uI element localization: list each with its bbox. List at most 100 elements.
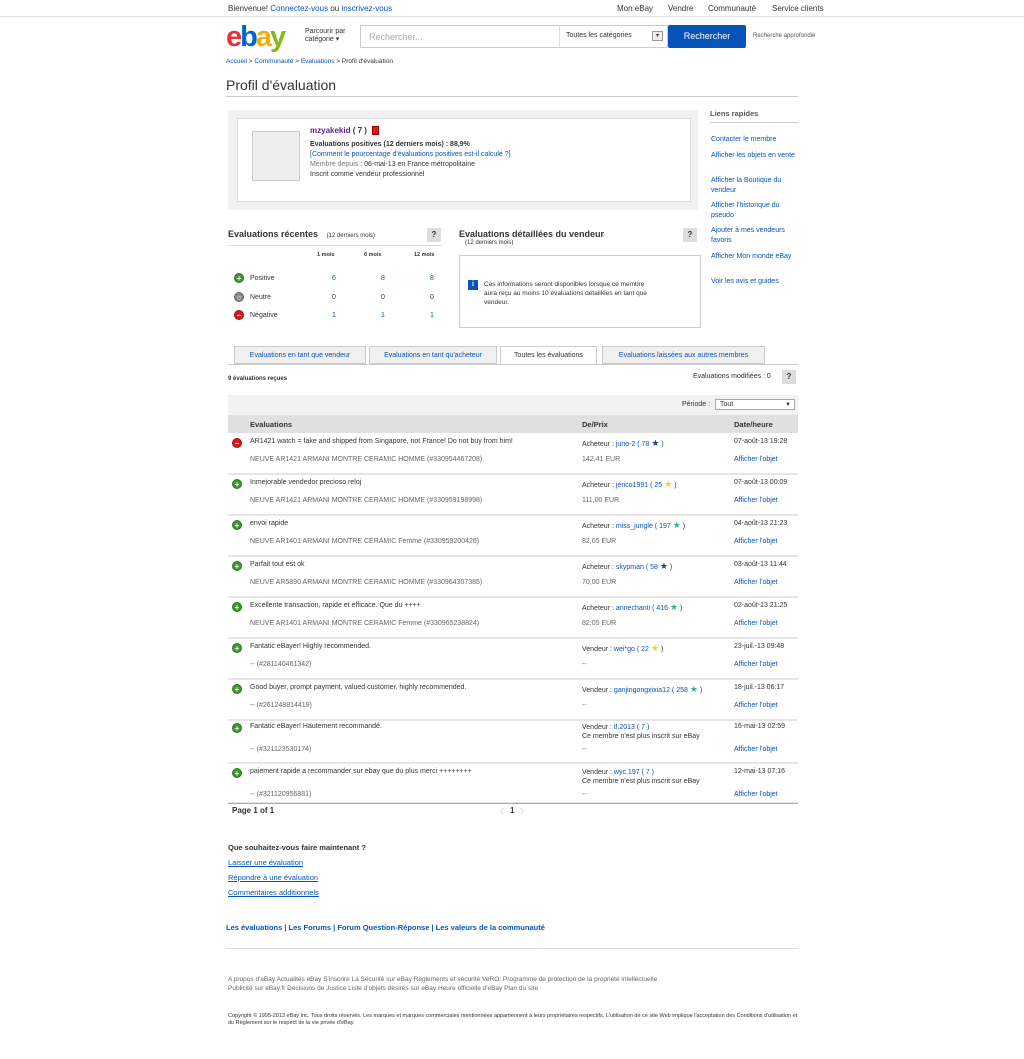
feedback-user-score[interactable]: ( 25 <box>650 482 662 489</box>
view-item-link[interactable]: Afficher l'objet <box>734 791 778 798</box>
breadcrumb-feedback[interactable]: Evaluations <box>301 58 335 65</box>
feedback-user-score[interactable]: ( 7 ) <box>637 724 649 731</box>
view-item-link[interactable]: Afficher l'objet <box>734 620 778 627</box>
feedback-date: 07-août-13 19:28 <box>734 438 788 445</box>
feedback-role: Vendeur : <box>582 724 612 731</box>
category-select[interactable]: Toutes les catégories ▾ <box>559 26 667 47</box>
next-page-icon[interactable]: 〉 <box>520 806 528 817</box>
tab-as-seller[interactable]: Evaluations en tant que vendeur <box>234 346 366 364</box>
feedback-price: Ce membre n'est plus inscrit sur eBay <box>582 733 700 740</box>
neutral-label: Neutre <box>250 294 272 301</box>
plus-circle-icon: + <box>232 479 242 489</box>
positive-1m[interactable]: 6 <box>324 275 344 282</box>
browse-categories[interactable]: Parcourir par catégorie ▾ <box>305 28 355 44</box>
feedback-role: Acheteur : <box>582 523 614 530</box>
star-icon: ★ <box>659 561 668 571</box>
negative-6m[interactable]: 1 <box>373 312 393 319</box>
feedback-user-link[interactable]: ganjingongxixia12 <box>614 687 670 694</box>
star-icon: ★ <box>670 602 679 612</box>
logo-letter: b <box>240 21 258 53</box>
quick-link-reviews[interactable]: Voir les avis et guides <box>711 277 796 287</box>
feedback-comment: paiement rapide a recommander sur ebay q… <box>250 768 472 775</box>
feedback-role: Acheteur : <box>582 564 614 571</box>
positive-12m[interactable]: 8 <box>422 275 442 282</box>
feedback-comment: Parfait tout est ok <box>250 561 305 568</box>
prev-page-icon[interactable]: 〈 <box>496 806 504 817</box>
feedback-date: 02-août-13 21:25 <box>734 602 788 609</box>
feedback-user-link[interactable]: miss_jungle <box>616 523 653 530</box>
view-item-link[interactable]: Afficher l'objet <box>734 579 778 586</box>
feedback-price: 70,00 EUR <box>582 579 617 586</box>
feedback-user-link[interactable]: annechanti <box>616 605 650 612</box>
table-row: + Inmejorable vendedor precioso reloj NEUV… <box>228 475 798 516</box>
feedback-user-score[interactable]: ( 416 <box>652 605 668 612</box>
how-calculated-link[interactable]: [Comment le pourcentage d'évaluations po… <box>310 151 511 158</box>
feedback-user-link[interactable]: wyc.197 <box>614 769 640 776</box>
greeting: Bienvenue! Connectez-vous ou inscrivez-v… <box>228 4 392 13</box>
header-from-price: De/Prix <box>582 420 608 429</box>
tab-left-for-others[interactable]: Evaluations laissées aux autres membres <box>602 346 765 364</box>
feedback-user-score[interactable]: ( 7 ) <box>642 769 654 776</box>
tab-as-buyer[interactable]: Evaluations en tant qu'acheteur <box>369 346 497 364</box>
reply-feedback-link[interactable]: Répondre à une évaluation <box>228 873 318 882</box>
feedback-user-score[interactable]: ( 78 <box>637 441 649 448</box>
nav-customer-service[interactable]: Service clients <box>772 4 824 13</box>
view-item-link[interactable]: Afficher l'objet <box>734 497 778 504</box>
header-feedback: Evaluations <box>250 420 293 429</box>
positive-6m[interactable]: 8 <box>373 275 393 282</box>
feedback-role: Vendeur : <box>582 687 612 694</box>
breadcrumb-home[interactable]: Accueil <box>226 58 247 65</box>
ebay-logo[interactable]: ebay <box>226 22 300 52</box>
negative-1m[interactable]: 1 <box>324 312 344 319</box>
feedback-user-score[interactable]: ( 22 <box>637 646 649 653</box>
negative-12m[interactable]: 1 <box>422 312 442 319</box>
feedback-user-score[interactable]: ( 197 <box>655 523 671 530</box>
leave-feedback-link[interactable]: Laisser une évaluation <box>228 858 303 867</box>
search-input[interactable]: Rechercher... <box>369 32 423 42</box>
advanced-search-link[interactable]: Recherche approfondie <box>753 33 815 39</box>
feedback-user-link[interactable]: tl.2013 <box>614 724 635 731</box>
view-item-link[interactable]: Afficher l'objet <box>734 702 778 709</box>
community-links[interactable]: Les évaluations | Les Forums | Forum Que… <box>226 923 545 932</box>
view-item-link[interactable]: Afficher l'objet <box>734 661 778 668</box>
help-button[interactable]: ? <box>427 228 441 242</box>
signin-link[interactable]: Connectez-vous <box>270 4 328 13</box>
current-page[interactable]: 1 <box>510 806 514 815</box>
feedback-user-link[interactable]: juno-2 <box>616 441 635 448</box>
period-select[interactable]: Tout ▼ <box>715 399 795 410</box>
nav-community[interactable]: Communauté <box>708 4 756 13</box>
dropdown-arrow-icon: ▼ <box>785 402 791 408</box>
view-item-link[interactable]: Afficher l'objet <box>734 746 778 753</box>
quick-link-items[interactable]: Afficher les objets en vente <box>711 151 796 161</box>
quick-link-favorite[interactable]: Ajouter à mes vendeurs favoris <box>711 226 796 246</box>
nav-sell[interactable]: Vendre <box>668 4 693 13</box>
view-item-link[interactable]: Afficher l'objet <box>734 538 778 545</box>
nav-my-ebay[interactable]: Mon eBay <box>617 4 653 13</box>
followup-link[interactable]: Commentaires additionnels <box>228 888 319 897</box>
help-button[interactable]: ? <box>782 370 796 384</box>
feedback-user-link[interactable]: wei*go <box>614 646 635 653</box>
feedback-user-score[interactable]: ( 258 <box>672 687 688 694</box>
footer-links-2[interactable]: Publicité sur eBay.fr Décisions de Justi… <box>228 985 538 992</box>
register-link[interactable]: inscrivez-vous <box>341 4 392 13</box>
tab-all-feedback[interactable]: Toutes les évaluations <box>500 346 597 365</box>
member-since-value: : 06-mai-13 en France métropolitaine <box>358 161 475 168</box>
feedback-item: NEUVE AR5890 ARMANI MONTRE CERAMIC HOMME… <box>250 579 483 586</box>
quick-link-my-world[interactable]: Afficher Mon monde eBay <box>711 252 796 262</box>
detailed-info-text: Ces informations seront disponibles lors… <box>484 281 647 306</box>
quick-link-store[interactable]: Afficher la Boutique du vendeur <box>711 176 796 196</box>
breadcrumb-community[interactable]: Communauté <box>254 58 293 65</box>
feedback-user-link[interactable]: skypman <box>616 564 644 571</box>
quick-link-id-history[interactable]: Afficher l'historique du pseudo <box>711 201 796 221</box>
logo-letter: a <box>255 21 272 53</box>
feedback-user-score[interactable]: ( 58 <box>646 564 658 571</box>
copyright: Copyright © 1995-2013 eBay Inc. Tous dro… <box>228 1013 798 1026</box>
view-item-link[interactable]: Afficher l'objet <box>734 456 778 463</box>
feedback-user-link[interactable]: jerico1991 <box>616 482 648 489</box>
neutral-12m: 0 <box>430 294 434 301</box>
help-button[interactable]: ? <box>683 228 697 242</box>
quick-link-contact[interactable]: Contacter le membre <box>711 135 796 145</box>
footer-links-1[interactable]: A propos d'eBay Actualités eBay S'inscri… <box>228 976 657 983</box>
username-link[interactable]: mzyakekid <box>310 126 350 135</box>
search-button[interactable]: Rechercher <box>668 25 746 48</box>
